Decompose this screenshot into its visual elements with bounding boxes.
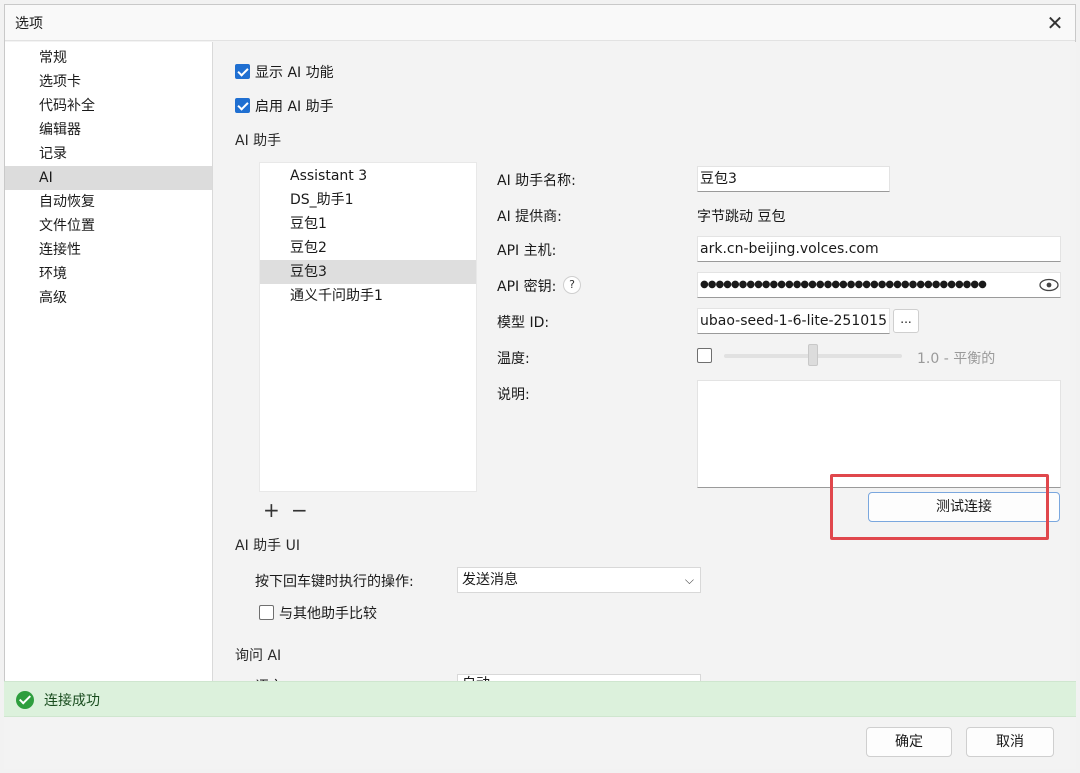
provider-value: 字节跳动 豆包 xyxy=(697,209,786,225)
model-label: 模型 ID: xyxy=(497,315,550,331)
list-item[interactable]: 豆包2 xyxy=(260,236,476,260)
sidebar-item-ai[interactable]: AI xyxy=(5,166,212,190)
temperature-checkbox[interactable] xyxy=(697,348,712,363)
chevron-down-icon: ⌵ xyxy=(684,573,694,587)
api-key-input[interactable]: ●●●●●●●●●●●●●●●●●●●●●●●●●●●●●●●●●●●●● xyxy=(697,272,1061,298)
enter-action-select[interactable]: 发送消息 ⌵ xyxy=(457,567,701,593)
assistant-ui-section-title: AI 助手 UI xyxy=(235,538,300,554)
dialog-footer: 确定 取消 xyxy=(4,717,1076,769)
ok-button[interactable]: 确定 xyxy=(866,727,952,757)
dialog-title: 选项 xyxy=(15,16,43,32)
list-item[interactable]: 豆包1 xyxy=(260,212,476,236)
sidebar-item-advanced[interactable]: 高级 xyxy=(5,286,212,310)
list-item[interactable]: DS_助手1 xyxy=(260,188,476,212)
name-input[interactable]: 豆包3 xyxy=(697,166,890,192)
check-circle-icon xyxy=(16,691,34,709)
show-ai-checkbox[interactable] xyxy=(235,64,250,79)
sidebar-item-autorecover[interactable]: 自动恢复 xyxy=(5,190,212,214)
compare-label[interactable]: 与其他助手比较 xyxy=(279,603,377,623)
sidebar-item-environment[interactable]: 环境 xyxy=(5,262,212,286)
temperature-value: 1.0 - 平衡的 xyxy=(917,351,996,367)
sidebar: 常规 选项卡 代码补全 编辑器 记录 AI 自动恢复 文件位置 连接性 环境 高… xyxy=(5,42,213,682)
sidebar-item-tabs[interactable]: 选项卡 xyxy=(5,70,212,94)
browse-model-button[interactable]: ... xyxy=(893,309,919,333)
host-input[interactable]: ark.cn-beijing.volces.com xyxy=(697,236,1061,262)
list-item[interactable]: Assistant 3 xyxy=(260,164,476,188)
provider-label: AI 提供商: xyxy=(497,209,562,225)
status-text: 连接成功 xyxy=(44,693,100,709)
enable-assistant-checkbox[interactable] xyxy=(235,98,250,113)
enter-action-value: 发送消息 xyxy=(462,572,518,588)
sidebar-item-general[interactable]: 常规 xyxy=(5,46,212,70)
sidebar-item-editor[interactable]: 编辑器 xyxy=(5,118,212,142)
add-assistant-icon[interactable]: + xyxy=(263,500,280,520)
highlight-annotation xyxy=(830,474,1049,540)
description-textarea[interactable] xyxy=(697,380,1061,488)
cancel-button[interactable]: 取消 xyxy=(966,727,1054,757)
enable-assistant-label[interactable]: 启用 AI 助手 xyxy=(255,96,334,116)
status-bar: 连接成功 xyxy=(4,681,1076,717)
sidebar-item-connectivity[interactable]: 连接性 xyxy=(5,238,212,262)
assistant-list[interactable]: Assistant 3 DS_助手1 豆包1 豆包2 豆包3 通义千问助手1 xyxy=(259,162,477,492)
options-dialog: 选项 ✕ 常规 选项卡 代码补全 编辑器 记录 AI 自动恢复 文件位置 连接性… xyxy=(4,4,1076,769)
close-icon[interactable]: ✕ xyxy=(1041,9,1069,37)
help-icon[interactable]: ? xyxy=(563,276,581,294)
temperature-slider-thumb[interactable] xyxy=(808,344,818,366)
title-bar: 选项 ✕ xyxy=(5,5,1075,41)
list-item[interactable]: 通义千问助手1 xyxy=(260,284,476,308)
model-input[interactable]: ubao-seed-1-6-lite-251015 xyxy=(697,308,890,334)
sidebar-item-code-completion[interactable]: 代码补全 xyxy=(5,94,212,118)
show-ai-label[interactable]: 显示 AI 功能 xyxy=(255,62,334,82)
temperature-label: 温度: xyxy=(497,351,530,367)
key-label: API 密钥: xyxy=(497,279,557,295)
enter-action-label: 按下回车键时执行的操作: xyxy=(255,574,414,590)
sidebar-item-logging[interactable]: 记录 xyxy=(5,142,212,166)
host-label: API 主机: xyxy=(497,243,557,259)
ai-settings-panel: 显示 AI 功能 启用 AI 助手 AI 助手 Assistant 3 DS_助… xyxy=(213,42,1076,682)
assistant-section-title: AI 助手 xyxy=(235,133,282,149)
remove-assistant-icon[interactable]: − xyxy=(291,500,308,520)
ask-ai-section-title: 询问 AI xyxy=(235,648,282,664)
name-label: AI 助手名称: xyxy=(497,173,576,189)
description-label: 说明: xyxy=(497,387,530,403)
list-item[interactable]: 豆包3 xyxy=(260,260,476,284)
compare-checkbox[interactable] xyxy=(259,605,274,620)
eye-icon[interactable] xyxy=(1039,278,1059,292)
sidebar-item-file-locations[interactable]: 文件位置 xyxy=(5,214,212,238)
